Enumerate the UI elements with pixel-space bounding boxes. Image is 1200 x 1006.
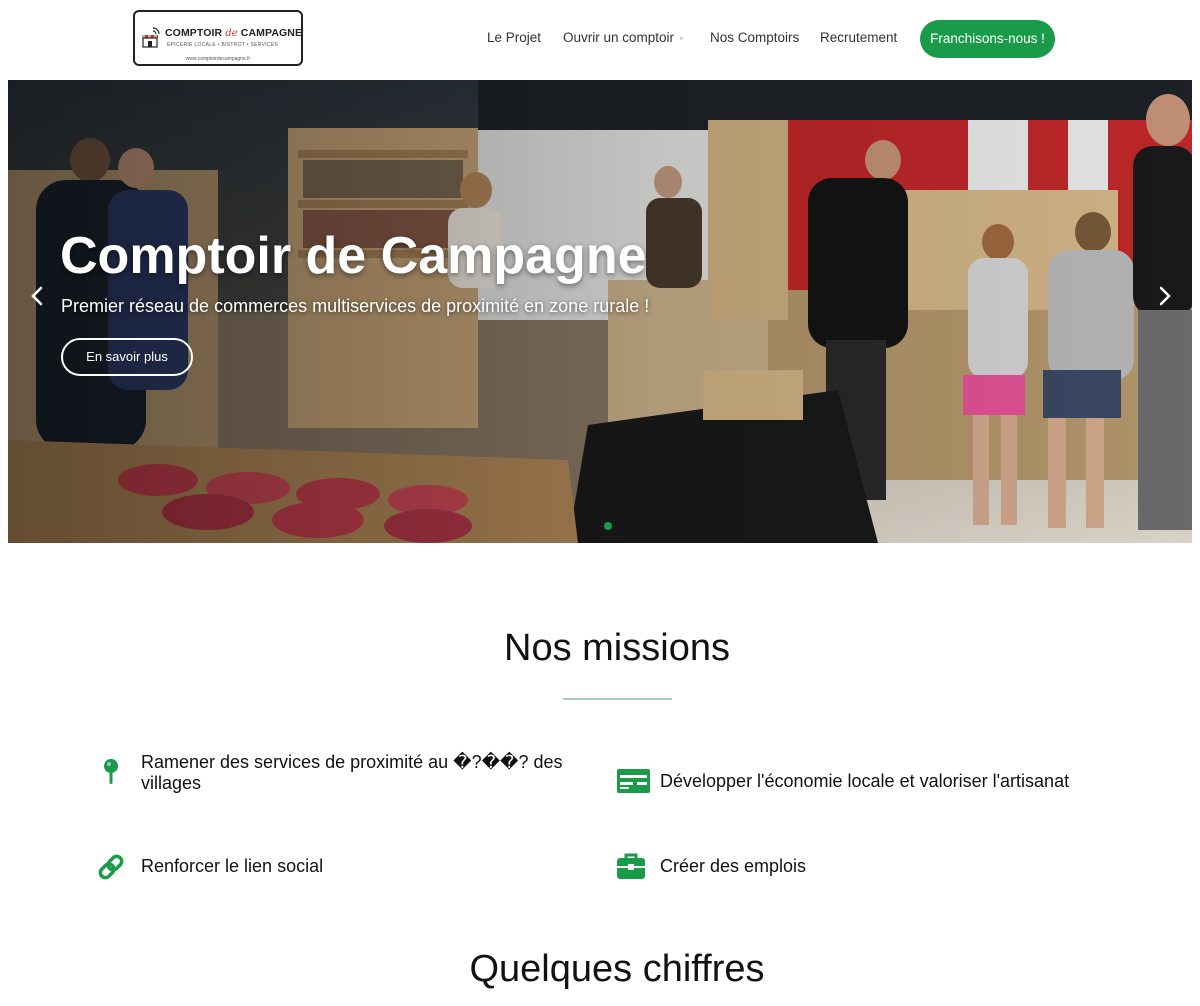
map-pin-icon (104, 759, 118, 784)
mission-text-lien-social: Renforcer le lien social (141, 856, 324, 876)
hero-title: Comptoir de Campagne (60, 227, 647, 285)
site-logo[interactable]: COMPTOIR de CAMPAGNE ÉPICERIE LOCALE • B… (133, 10, 303, 66)
slide-indicator-dot[interactable] (604, 522, 612, 530)
nav-item-ouvrir-un-comptoir[interactable]: Ouvrir un comptoir ▫ (563, 30, 683, 45)
section-divider (563, 698, 672, 700)
chevron-left-icon[interactable] (26, 284, 50, 308)
learn-more-button[interactable]: En savoir plus (61, 338, 193, 376)
link-icon (98, 854, 124, 880)
mission-text-services: Ramener des services de proximité au �?�… (141, 752, 563, 793)
dropdown-caret-icon: ▫ (680, 33, 683, 43)
money-bill-icon (617, 769, 650, 793)
nav-item-recrutement[interactable]: Recrutement (820, 30, 897, 45)
site-header: COMPTOIR de CAMPAGNE ÉPICERIE LOCALE • B… (0, 0, 1200, 80)
hero-subtitle: Premier réseau de commerces multiservice… (61, 296, 650, 316)
nav-item-nos-comptoirs[interactable]: Nos Comptoirs (710, 30, 799, 45)
nav-item-label: Ouvrir un comptoir (563, 30, 675, 45)
briefcase-icon (617, 853, 645, 879)
logo-tagline: ÉPICERIE LOCALE • BISTROT • SERVICES (167, 42, 279, 48)
mission-text-emplois: Créer des emplois (660, 856, 807, 876)
logo-url: www.comptoirdecampagne.fr (185, 56, 251, 62)
mission-text-economie: Développer l'économie locale et valorise… (660, 771, 1070, 791)
nav-item-le-projet[interactable]: Le Projet (487, 30, 541, 45)
chevron-right-icon[interactable] (1152, 284, 1176, 308)
shop-icon (142, 27, 160, 48)
hero-slider: Comptoir de Campagne Premier réseau de c… (8, 80, 1192, 543)
franchise-cta-button[interactable]: Franchisons-nous ! (920, 20, 1055, 58)
figures-title: Quelques chiffres (469, 948, 765, 990)
missions-title: Nos missions (504, 627, 730, 669)
logo-name: COMPTOIR de CAMPAGNE (165, 27, 303, 39)
